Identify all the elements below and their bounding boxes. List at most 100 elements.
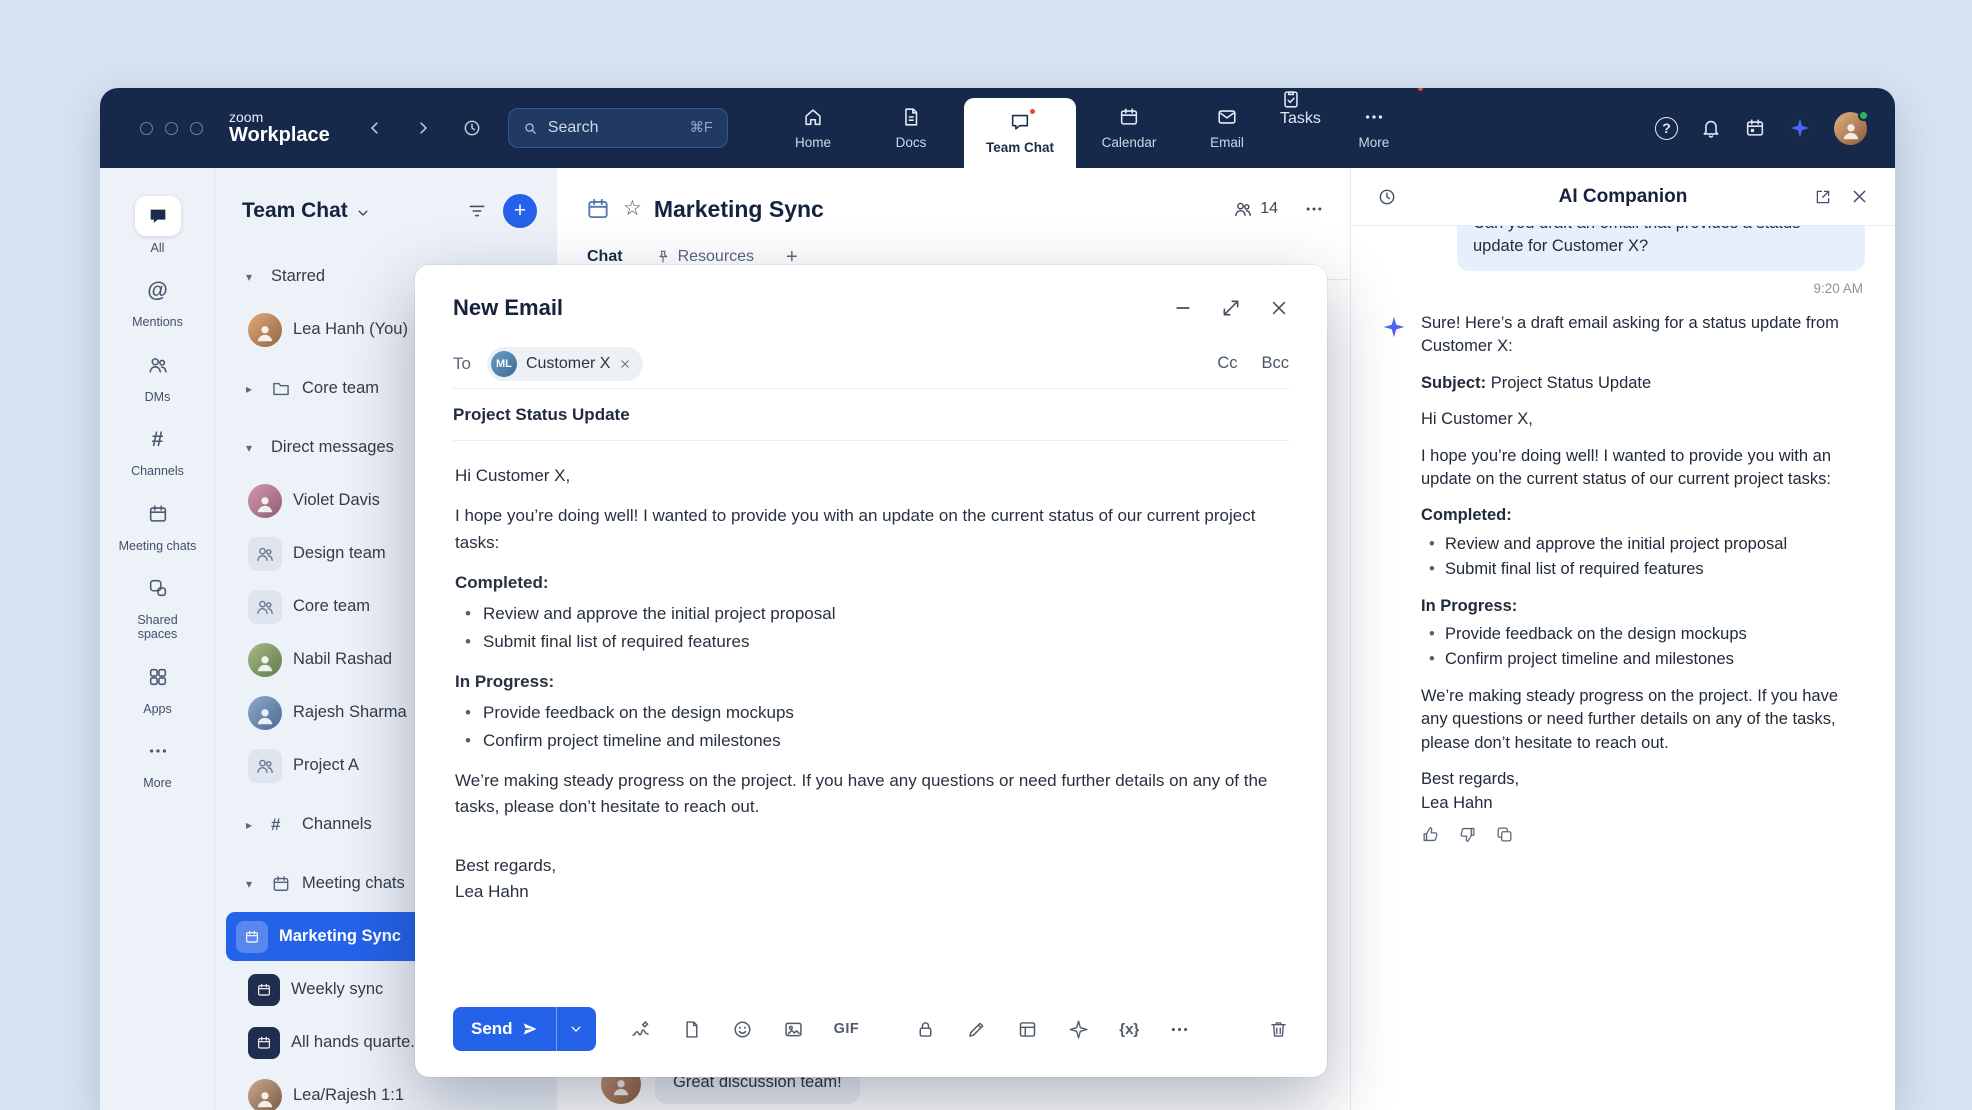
delete-draft-icon[interactable] [1268, 1019, 1289, 1040]
rail-item-dms[interactable]: DMs [100, 345, 215, 404]
send-options-button[interactable] [556, 1007, 596, 1051]
edit-pencil-icon[interactable] [966, 1019, 987, 1040]
window-close-button[interactable] [140, 122, 153, 135]
at-icon: @ [147, 280, 167, 301]
template-icon[interactable] [1017, 1019, 1038, 1040]
calendar-date-icon[interactable] [1744, 117, 1766, 139]
chevron-down-icon [569, 1022, 583, 1036]
recipient-chip[interactable]: ML Customer X [487, 347, 643, 381]
caret-down-icon: ▾ [246, 441, 260, 455]
rail-item-mentions[interactable]: @ Mentions [100, 270, 215, 329]
expand-icon[interactable] [1221, 298, 1241, 318]
ai-subject-line: Subject: Project Status Update [1421, 372, 1865, 395]
user-avatar[interactable] [1834, 112, 1867, 145]
bcc-button[interactable]: Bcc [1261, 354, 1289, 373]
primary-nav: Home Docs Team Chat Calendar Email Tasks [768, 88, 1419, 168]
channel-calendar-icon [585, 196, 611, 222]
in-progress-list: Provide feedback on the design mockups C… [1421, 623, 1865, 672]
history-icon[interactable] [1377, 187, 1397, 207]
ai-companion-panel: AI Companion Can you draft an email that… [1350, 168, 1895, 1110]
nav-docs[interactable]: Docs [866, 88, 956, 168]
cc-button[interactable]: Cc [1217, 354, 1237, 373]
rail-item-meeting-chats[interactable]: Meeting chats [100, 494, 215, 553]
nav-calendar[interactable]: Calendar [1084, 88, 1174, 168]
chat-bubble-icon [147, 205, 169, 227]
rail-item-all[interactable]: All [100, 196, 215, 255]
new-chat-button[interactable]: + [503, 194, 537, 228]
modal-title: New Email [453, 295, 563, 321]
to-field[interactable]: To ML Customer X Cc Bcc [453, 339, 1289, 389]
shared-spaces-icon [147, 577, 169, 599]
channel-title: Marketing Sync [654, 196, 824, 223]
rail-item-channels[interactable]: # Channels [100, 419, 215, 478]
history-button[interactable] [462, 118, 482, 138]
channel-more-button[interactable] [1304, 199, 1324, 219]
unread-badge [1416, 88, 1425, 93]
thumbs-down-icon[interactable] [1458, 825, 1477, 844]
close-icon[interactable] [1850, 187, 1869, 206]
copy-icon[interactable] [1495, 825, 1514, 844]
minimize-icon[interactable] [1173, 298, 1193, 318]
avatar [248, 313, 282, 347]
topbar-right-actions: ? [1655, 88, 1867, 168]
group-avatar [248, 590, 282, 624]
rail-item-apps[interactable]: Apps [100, 657, 215, 716]
more-dots-icon [1363, 106, 1385, 128]
help-icon[interactable]: ? [1655, 117, 1678, 140]
caret-right-icon: ▸ [246, 818, 260, 832]
ai-response: Sure! Here’s a draft email asking for a … [1381, 312, 1865, 815]
nav-tasks[interactable]: Tasks [1280, 88, 1321, 168]
emoji-icon[interactable] [732, 1019, 753, 1040]
person-icon [1840, 120, 1862, 142]
rail-item-more[interactable]: More [100, 731, 215, 790]
search-input[interactable]: Search ⌘F [508, 108, 728, 148]
avatar [248, 696, 282, 730]
recipient-avatar: ML [491, 351, 517, 377]
email-icon [1216, 106, 1238, 128]
close-icon[interactable] [1269, 298, 1289, 318]
forward-button[interactable] [414, 119, 432, 137]
window-zoom-button[interactable] [190, 122, 203, 135]
image-icon[interactable] [783, 1019, 804, 1040]
email-body[interactable]: Hi Customer X, I hope you’re doing well!… [415, 441, 1327, 905]
people-icon [1233, 199, 1253, 219]
back-button[interactable] [366, 119, 384, 137]
member-count[interactable]: 14 [1233, 199, 1278, 219]
more-dots-icon [147, 740, 169, 762]
more-options-icon[interactable] [1169, 1019, 1190, 1040]
gif-icon[interactable]: GIF [834, 1021, 860, 1037]
favorite-star-icon[interactable]: ☆ [623, 196, 642, 221]
open-in-new-icon[interactable] [1814, 188, 1832, 206]
send-button[interactable]: Send [453, 1007, 556, 1051]
window-controls[interactable] [140, 122, 203, 135]
filter-icon[interactable] [467, 201, 487, 221]
remove-recipient-icon[interactable] [619, 358, 631, 370]
nav-team-chat[interactable]: Team Chat [964, 98, 1076, 168]
signature-icon[interactable] [630, 1019, 651, 1040]
ai-conversation: Can you draft an email that provides a s… [1351, 226, 1895, 1110]
ai-feedback-actions [1421, 825, 1865, 844]
ai-compose-sparkle-icon[interactable] [1068, 1019, 1089, 1040]
chevron-left-icon [366, 119, 384, 137]
nav-more[interactable]: More [1329, 88, 1419, 168]
attach-file-icon[interactable] [681, 1019, 702, 1040]
subject-field[interactable]: Project Status Update [453, 389, 1289, 441]
calendar-icon [147, 503, 169, 525]
window-minimize-button[interactable] [165, 122, 178, 135]
thumbs-up-icon[interactable] [1421, 825, 1440, 844]
group-avatar [248, 749, 282, 783]
chevron-down-icon[interactable] [356, 206, 370, 220]
search-placeholder: Search [548, 119, 599, 137]
lock-icon[interactable] [915, 1019, 936, 1040]
folder-icon [271, 379, 291, 399]
nav-home[interactable]: Home [768, 88, 858, 168]
avatar [248, 643, 282, 677]
rail-item-shared-spaces[interactable]: Shared spaces [100, 568, 215, 642]
variables-icon[interactable]: {x} [1119, 1021, 1139, 1038]
nav-email[interactable]: Email [1182, 88, 1272, 168]
notifications-bell-icon[interactable] [1700, 117, 1722, 139]
caret-right-icon: ▸ [246, 382, 260, 396]
ai-companion-sparkle-icon[interactable] [1788, 116, 1812, 140]
search-shortcut: ⌘F [689, 120, 712, 136]
sidebar-title[interactable]: Team Chat [242, 199, 348, 223]
